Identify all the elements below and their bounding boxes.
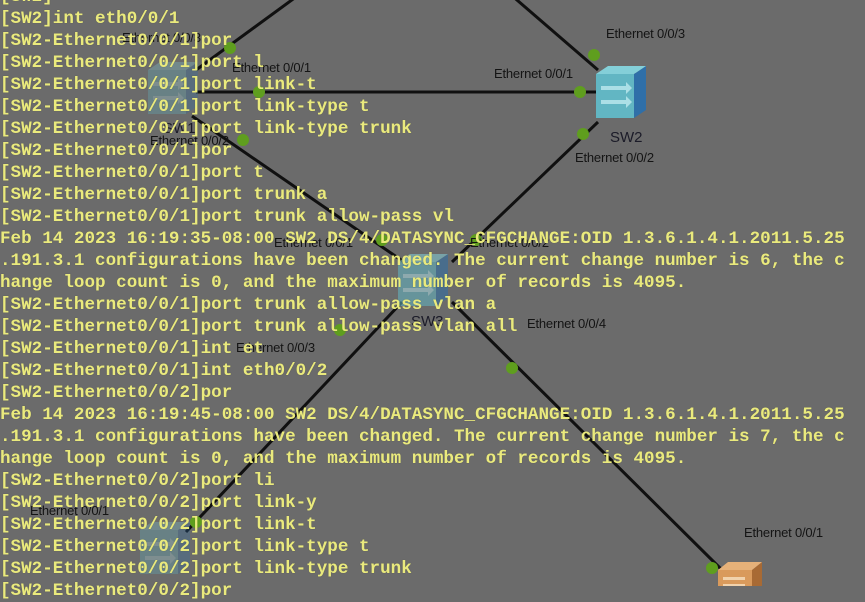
port-dot (577, 128, 589, 140)
port-label: Ethernet 0/0/1 (232, 60, 311, 75)
port-label: Ethernet 0/0/4 (527, 316, 606, 331)
node-sw3[interactable] (398, 254, 448, 306)
port-dot (574, 86, 586, 98)
port-label: Ethernet 0/0/3 (122, 30, 201, 45)
port-dot (506, 362, 518, 374)
port-dot (190, 516, 202, 528)
node-sw4[interactable] (140, 522, 190, 574)
port-dot (588, 49, 600, 61)
port-label: Ethernet 0/0/1 (30, 503, 109, 518)
link-sw2-up (514, 0, 599, 72)
port-label: Ethernet 0/0/1 (744, 525, 823, 540)
port-dot (376, 234, 388, 246)
port-label: Ethernet 0/0/3 (606, 26, 685, 41)
node-name-label: SW2 (610, 129, 643, 146)
port-dot (334, 324, 346, 336)
port-dot (706, 562, 718, 574)
link-sw3-pc1 (450, 300, 724, 572)
port-dot (224, 42, 236, 54)
port-dot (253, 86, 265, 98)
port-label: Ethernet 0/0/1 (274, 235, 353, 250)
port-label: Ethernet 0/0/3 (236, 340, 315, 355)
node-name-label: SW3 (411, 313, 444, 330)
node-name-label: SW1 (163, 120, 196, 137)
node-pc1[interactable] (718, 562, 762, 586)
link-sw3-sw4 (184, 300, 404, 534)
node-sw1[interactable] (148, 62, 198, 114)
topology-port-dots (190, 42, 718, 574)
port-dot (237, 134, 249, 146)
port-label: Ethernet 0/0/2 (575, 150, 654, 165)
network-topology-canvas[interactable] (0, 0, 865, 586)
node-sw2[interactable] (596, 66, 646, 118)
port-label: Ethernet 0/0/2 (470, 235, 549, 250)
port-label: Ethernet 0/0/1 (494, 66, 573, 81)
